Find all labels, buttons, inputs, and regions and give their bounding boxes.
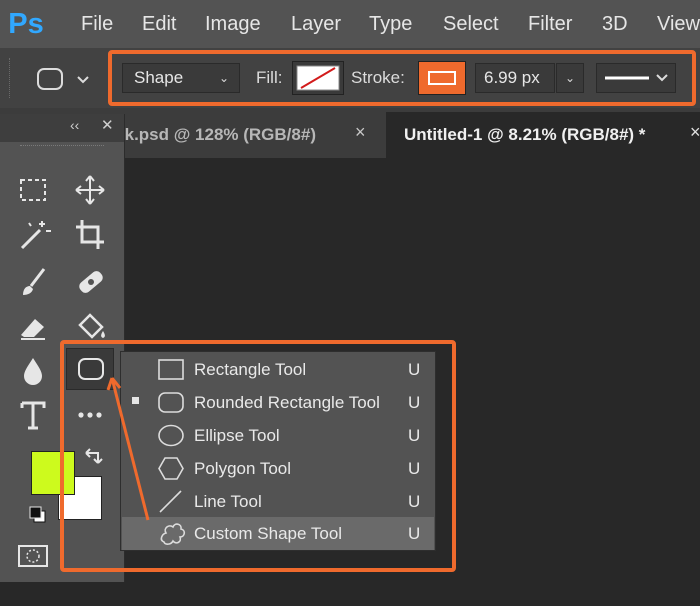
- document-tab-inactive[interactable]: rk.psd @ 128% (RGB/8#) ×: [118, 112, 386, 158]
- crop-tool-icon[interactable]: [70, 215, 110, 255]
- default-colors-icon[interactable]: [28, 505, 48, 525]
- toolbox-grip[interactable]: [20, 145, 104, 147]
- collapse-icon[interactable]: ‹‹: [70, 117, 79, 133]
- healing-brush-tool-icon[interactable]: [70, 262, 110, 302]
- document-tab-active[interactable]: Untitled-1 @ 8.21% (RGB/8#) * ×: [386, 112, 700, 158]
- menu-layer[interactable]: Layer: [291, 10, 341, 38]
- move-tool-icon[interactable]: [70, 170, 110, 210]
- menu-select[interactable]: Select: [443, 10, 499, 38]
- menu-file[interactable]: File: [81, 10, 113, 38]
- blur-tool-icon[interactable]: [13, 350, 53, 390]
- annotation-arrow: [106, 377, 150, 521]
- rounded-rectangle-icon: [37, 68, 89, 90]
- tab-close-icon[interactable]: ×: [690, 122, 700, 143]
- photoshop-logo: Ps: [8, 8, 44, 40]
- options-bar-grip[interactable]: [9, 58, 13, 98]
- tab-title: rk.psd @ 128% (RGB/8#): [118, 125, 316, 144]
- eraser-tool-icon[interactable]: [13, 307, 53, 347]
- magic-wand-tool-icon[interactable]: [13, 215, 53, 255]
- marquee-tool-icon[interactable]: [13, 170, 53, 210]
- menu-image[interactable]: Image: [205, 10, 261, 38]
- tab-title: Untitled-1 @ 8.21% (RGB/8#) *: [404, 125, 646, 144]
- menu-type[interactable]: Type: [369, 10, 412, 38]
- menu-3d[interactable]: 3D: [602, 10, 628, 38]
- menu-view[interactable]: View: [657, 10, 700, 38]
- tool-preset-picker[interactable]: [34, 64, 96, 94]
- menu-filter[interactable]: Filter: [528, 10, 572, 38]
- quick-mask-icon[interactable]: [17, 544, 49, 568]
- type-tool-icon[interactable]: [13, 395, 53, 435]
- options-highlight-box: [108, 50, 696, 106]
- brush-tool-icon[interactable]: [13, 262, 53, 302]
- menu-edit[interactable]: Edit: [142, 10, 176, 38]
- tab-close-icon[interactable]: ×: [355, 122, 366, 143]
- close-panel-icon[interactable]: ✕: [101, 116, 114, 134]
